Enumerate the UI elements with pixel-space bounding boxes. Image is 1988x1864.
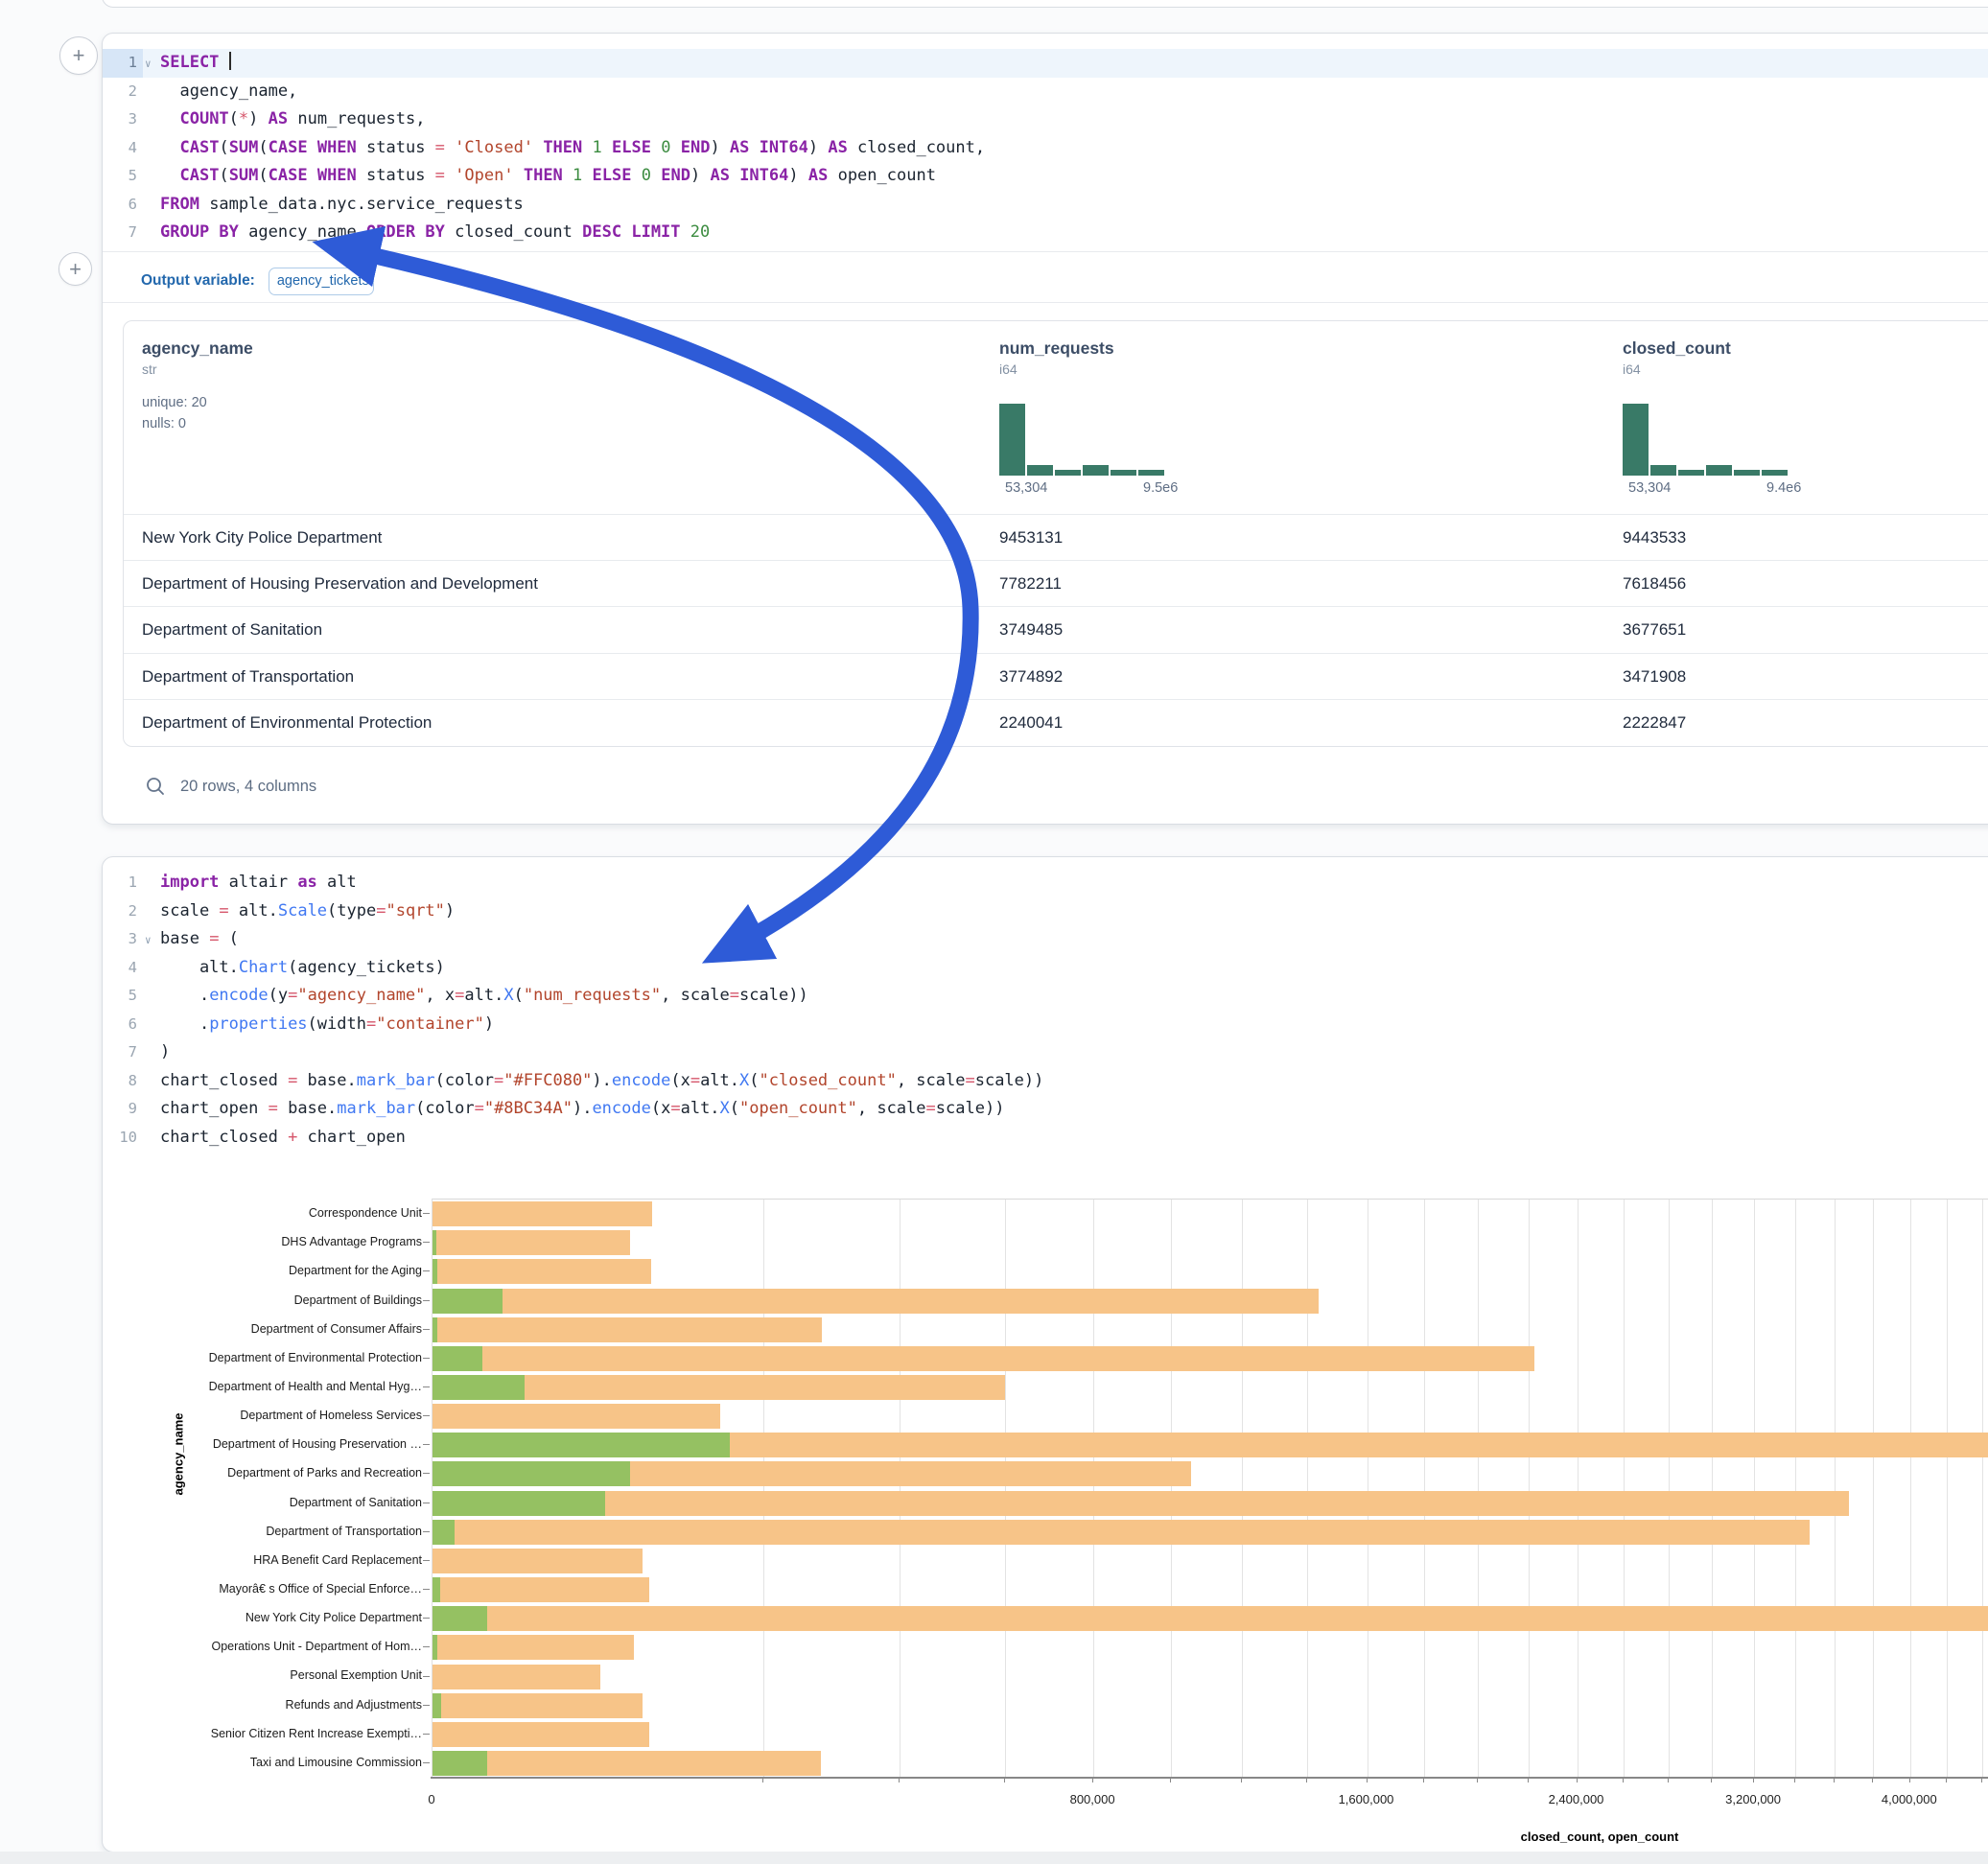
code-line[interactable]: 7GROUP BY agency_name ORDER BY closed_co… xyxy=(103,219,1988,247)
column-header-num_requests[interactable]: num_requests i6453,304 9.5e6 xyxy=(999,338,1316,377)
column-name: agency_name xyxy=(142,338,458,359)
line-number: 10 xyxy=(103,1124,143,1153)
fold-chevron-icon[interactable]: ∨ xyxy=(145,50,152,79)
line-number: 2 xyxy=(103,897,143,926)
add-cell-button-middle[interactable]: + xyxy=(58,252,92,286)
column-histogram xyxy=(999,404,1164,476)
previous-cell-card-edge xyxy=(102,0,1988,8)
column-stat: unique: 20 xyxy=(142,392,458,413)
table-row[interactable]: Department of Housing Preservation and D… xyxy=(124,560,1988,607)
table-cell: New York City Police Department xyxy=(142,528,382,548)
output-variable-input[interactable]: agency_tickets xyxy=(269,268,374,295)
histogram-min: 53,304 xyxy=(1628,480,1671,496)
fold-chevron-icon[interactable]: ∨ xyxy=(145,926,152,955)
sql-code-editor[interactable]: 1∨SELECT 2 agency_name,3 COUNT(*) AS num… xyxy=(103,49,1988,247)
histogram-min: 53,304 xyxy=(1005,480,1047,496)
code-line[interactable]: 10chart_closed + chart_open xyxy=(103,1124,1988,1153)
table-cell: Department of Housing Preservation and D… xyxy=(142,574,538,594)
table-cell: 3471908 xyxy=(1623,667,1686,687)
column-histogram xyxy=(1623,404,1788,476)
line-number: 3 xyxy=(103,925,143,954)
column-type: i64 xyxy=(999,361,1316,377)
table-cell: 2222847 xyxy=(1623,713,1686,733)
line-number: 9 xyxy=(103,1095,143,1124)
line-number: 5 xyxy=(103,982,143,1011)
table-row[interactable]: Department of Environmental Protection 22… xyxy=(124,699,1988,746)
line-number: 7 xyxy=(103,219,143,247)
table-row[interactable]: Department of Transportation 3774892 34719… xyxy=(124,653,1988,700)
table-row[interactable]: Department of Sanitation 3749485 3677651 xyxy=(124,606,1988,653)
table-cell: 3677651 xyxy=(1623,620,1686,640)
code-line[interactable]: 5 CAST(SUM(CASE WHEN status = 'Open' THE… xyxy=(103,162,1988,191)
code-line[interactable]: 3∨base = ( xyxy=(103,925,1988,954)
column-header-agency_name[interactable]: agency_name str unique: 20nulls: 0 xyxy=(142,338,458,434)
table-cell: Department of Environmental Protection xyxy=(142,713,432,733)
sql-cell-card: 1∨SELECT 2 agency_name,3 COUNT(*) AS num… xyxy=(102,33,1988,825)
column-header-closed_count[interactable]: closed_count i6453,304 9.4e6 xyxy=(1623,338,1939,377)
table-cell: 3774892 xyxy=(999,667,1063,687)
python-code-editor[interactable]: 1import altair as alt2scale = alt.Scale(… xyxy=(103,869,1988,1152)
table-cell: Department of Sanitation xyxy=(142,620,322,640)
table-cell: 2240041 xyxy=(999,713,1063,733)
dataframe-preview: agency_name str unique: 20nulls: 0 num_req… xyxy=(123,320,1988,747)
code-line[interactable]: 8chart_closed = base.mark_bar(color="#FF… xyxy=(103,1067,1988,1096)
table-cell: 7618456 xyxy=(1623,574,1686,594)
line-number: 7 xyxy=(103,1038,143,1067)
code-line[interactable]: 1∨SELECT xyxy=(103,49,1988,78)
code-line[interactable]: 5 .encode(y="agency_name", x=alt.X("num_… xyxy=(103,982,1988,1011)
output-variable-row: Output variable: agency_tickets xyxy=(103,260,1988,302)
column-type: i64 xyxy=(1623,361,1939,377)
code-line[interactable]: 7) xyxy=(103,1038,1988,1067)
line-number: 8 xyxy=(103,1067,143,1096)
column-name: num_requests xyxy=(999,338,1316,359)
search-icon[interactable] xyxy=(145,776,166,797)
table-cell: Department of Transportation xyxy=(142,667,354,687)
line-number: 3 xyxy=(103,105,143,134)
histogram-max: 9.5e6 xyxy=(1143,480,1178,496)
table-cell: 9443533 xyxy=(1623,528,1686,548)
code-line[interactable]: 2scale = alt.Scale(type="sqrt") xyxy=(103,897,1988,926)
page-bottom-strip xyxy=(0,1852,1988,1864)
table-cell: 7782211 xyxy=(999,574,1062,594)
line-number: 6 xyxy=(103,1011,143,1039)
line-number: 2 xyxy=(103,78,143,106)
code-line[interactable]: 9chart_open = base.mark_bar(color="#8BC3… xyxy=(103,1095,1988,1124)
line-number: 5 xyxy=(103,162,143,191)
line-number: 1 xyxy=(103,869,143,897)
column-type: str xyxy=(142,361,458,377)
line-number: 4 xyxy=(103,954,143,983)
python-cell-card: 1import altair as alt2scale = alt.Scale(… xyxy=(102,856,1988,1852)
histogram-max: 9.4e6 xyxy=(1766,480,1801,496)
add-cell-button-top[interactable]: + xyxy=(59,36,98,75)
code-line[interactable]: 2 agency_name, xyxy=(103,78,1988,106)
dataframe-footer: 20 rows, 4 columns xyxy=(145,767,316,805)
column-stat: nulls: 0 xyxy=(142,413,458,434)
code-line[interactable]: 4 CAST(SUM(CASE WHEN status = 'Closed' T… xyxy=(103,134,1988,163)
output-variable-label: Output variable: xyxy=(141,272,255,290)
line-number: 1 xyxy=(103,49,143,78)
code-line[interactable]: 3 COUNT(*) AS num_requests, xyxy=(103,105,1988,134)
dataframe-header: agency_name str unique: 20nulls: 0 num_req… xyxy=(124,321,1988,514)
code-line[interactable]: 1import altair as alt xyxy=(103,869,1988,897)
line-number: 6 xyxy=(103,191,143,220)
table-cell: 9453131 xyxy=(999,528,1063,548)
table-row[interactable]: New York City Police Department 9453131 94… xyxy=(124,514,1988,561)
column-name: closed_count xyxy=(1623,338,1939,359)
code-line[interactable]: 6FROM sample_data.nyc.service_requests xyxy=(103,191,1988,220)
rows-columns-count: 20 rows, 4 columns xyxy=(180,778,316,796)
text-caret xyxy=(229,52,231,70)
notebook-page: { "colors": { "accent_blue": "#2368ad", … xyxy=(0,0,1988,1864)
code-line[interactable]: 4 alt.Chart(agency_tickets) xyxy=(103,954,1988,983)
code-line[interactable]: 6 .properties(width="container") xyxy=(103,1011,1988,1039)
table-cell: 3749485 xyxy=(999,620,1063,640)
line-number: 4 xyxy=(103,134,143,163)
